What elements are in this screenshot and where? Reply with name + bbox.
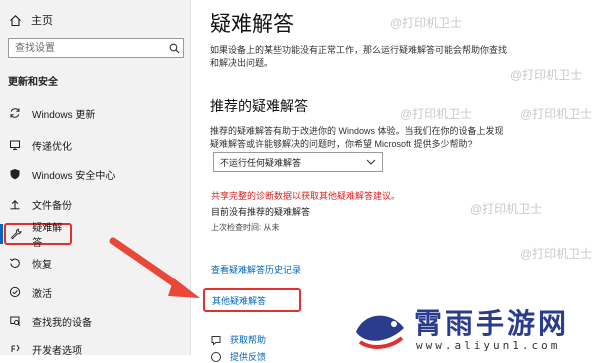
troubleshoot-preference-select[interactable]: 不运行任何疑难解答 — [213, 152, 383, 172]
other-troubleshooters-highlight[interactable]: 其他疑难解答 — [203, 288, 301, 312]
sidebar-item-developer[interactable]: 开发者选项 — [8, 338, 178, 360]
sync-icon — [8, 106, 22, 120]
sidebar-item-windows-update[interactable]: Windows 更新 — [8, 102, 178, 124]
shield-icon — [8, 167, 22, 181]
logo-text: 霄雨手游网 — [414, 307, 570, 340]
sidebar-item-label: 文件备份 — [32, 200, 72, 212]
page-description: 如果设备上的某些功能没有正常工作，那么运行疑难解答可能会帮助你查找和解决出问题。 — [210, 45, 508, 68]
fish-logo-icon — [356, 315, 404, 349]
share-diagnostics-link[interactable]: 共享完整的诊断数据以获取其他疑难解答建议。 — [211, 189, 400, 202]
sidebar-item-delivery-optimization[interactable]: 传递优化 — [8, 134, 178, 156]
wrench-icon — [9, 227, 22, 241]
watermark: @打印机卫士 — [470, 202, 543, 216]
view-history-link[interactable]: 查看疑难解答历史记录 — [211, 263, 301, 276]
chevron-down-icon — [366, 157, 376, 167]
recommended-description: 推荐的疑难解答有助于改进你的 Windows 体验。当我们在你的设备上发现疑难解… — [210, 126, 504, 149]
sidebar-item-find-my-device[interactable]: 查找我的设备 — [8, 310, 178, 332]
search-icon[interactable] — [165, 43, 183, 54]
watermark: @打印机卫士 — [520, 107, 593, 121]
active-indicator — [0, 224, 3, 244]
section-title: 更新和安全 — [8, 77, 58, 88]
home-label: 主页 — [31, 15, 53, 27]
sidebar-item-label: 查找我的设备 — [32, 317, 92, 329]
watermark: @打印机卫士 — [390, 16, 463, 30]
last-check-time: 上次检查时间: 从未 — [211, 223, 280, 232]
developer-icon — [8, 342, 22, 356]
watermark: @打印机卫士 — [400, 107, 473, 121]
recovery-icon — [8, 256, 22, 270]
select-value: 不运行任何疑难解答 — [220, 157, 302, 168]
no-recommendation-text: 目前没有推荐的疑难解答 — [211, 207, 311, 217]
get-help-link[interactable]: 获取帮助 — [209, 333, 266, 346]
search-box[interactable] — [8, 38, 184, 58]
sidebar-item-label: 疑难解答 — [32, 223, 63, 249]
sidebar-item-label: Windows 更新 — [32, 109, 96, 121]
help-icon — [209, 333, 222, 346]
watermark: @打印机卫士 — [520, 247, 593, 261]
sidebar-item-troubleshoot[interactable]: 疑难解答 — [4, 223, 72, 249]
activation-icon — [8, 285, 22, 299]
get-help-label: 获取帮助 — [230, 335, 267, 345]
feedback-link[interactable]: 提供反馈 — [209, 350, 266, 363]
other-troubleshooters-link[interactable]: 其他疑难解答 — [212, 294, 266, 307]
feedback-icon — [209, 350, 222, 363]
backup-icon — [8, 197, 22, 211]
site-logo-watermark: 霄雨手游网 www.aliyun1.com — [350, 300, 600, 355]
recommended-heading: 推荐的疑难解答 — [210, 98, 308, 114]
feedback-label: 提供反馈 — [230, 352, 267, 362]
home-icon — [8, 13, 22, 27]
find-device-icon — [8, 314, 22, 328]
sidebar-item-label: 开发者选项 — [32, 345, 82, 357]
sidebar-item-label: Windows 安全中心 — [32, 170, 116, 182]
sidebar-item-label: 激活 — [32, 288, 52, 300]
sidebar-item-file-backup[interactable]: 文件备份 — [8, 193, 178, 215]
watermark: @打印机卫士 — [510, 68, 583, 82]
search-input[interactable] — [9, 39, 165, 57]
sidebar-item-label: 恢复 — [32, 259, 52, 271]
page-title: 疑难解答 — [210, 13, 294, 36]
sidebar-item-windows-security[interactable]: Windows 安全中心 — [8, 163, 178, 185]
logo-url: www.aliyun1.com — [416, 339, 561, 352]
delivery-icon — [8, 138, 22, 152]
sidebar-item-label: 传递优化 — [32, 141, 72, 153]
home-nav-item[interactable]: 主页 — [8, 12, 53, 28]
